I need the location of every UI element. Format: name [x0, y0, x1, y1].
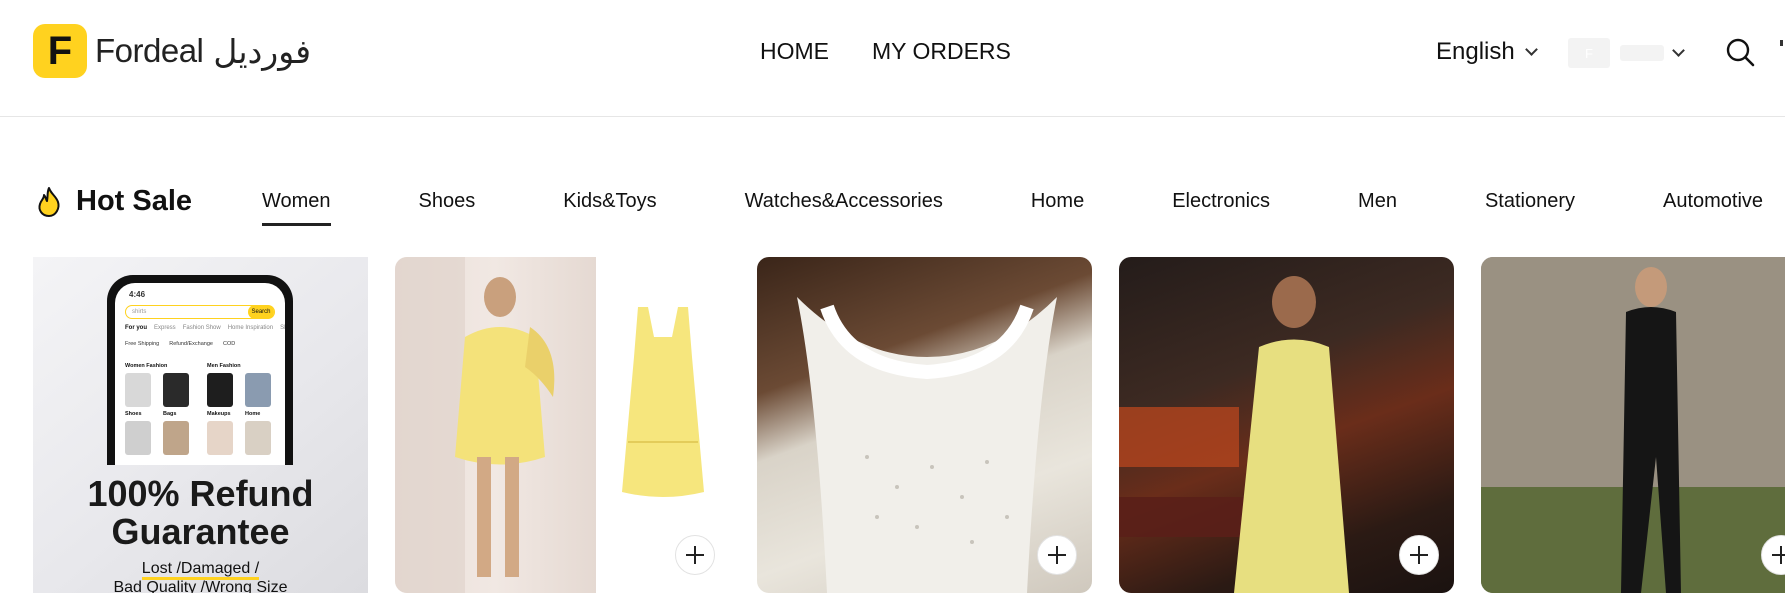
- hot-sale-heading: Hot Sale: [34, 185, 192, 218]
- phone-tab: Fashion Show: [182, 325, 221, 331]
- category-tabs: Women Shoes Kids&Toys Watches&Accessorie…: [262, 190, 1763, 226]
- product-image: [395, 257, 596, 593]
- nav-my-orders[interactable]: MY ORDERS: [872, 38, 1011, 65]
- phone-mockup: 4:46 shirts Search For you Express Fashi…: [107, 275, 293, 465]
- phone-feature: Free Shipping: [125, 341, 160, 347]
- language-selector[interactable]: English: [1436, 38, 1538, 66]
- phone-search-bar: shirts Search: [125, 305, 275, 319]
- phone-thumbnail: [245, 373, 271, 407]
- account-name-placeholder: [1620, 45, 1664, 61]
- product-card[interactable]: [757, 257, 1092, 593]
- promo-title-line: Guarantee: [111, 511, 290, 552]
- phone-thumbnail: [163, 421, 189, 455]
- fire-icon: [38, 186, 60, 217]
- main-nav: HOME MY ORDERS: [760, 38, 1011, 65]
- phone-section-label: Men Fashion: [207, 363, 241, 369]
- tab-watches-accessories[interactable]: Watches&Accessories: [745, 190, 943, 226]
- cart-icon-partial[interactable]: [1780, 40, 1783, 46]
- tab-automotive[interactable]: Automotive: [1663, 190, 1763, 226]
- phone-thumbnail: [125, 373, 151, 407]
- phone-time: 4:46: [129, 290, 146, 299]
- promo-title: 100% Refund Guarantee: [33, 475, 368, 551]
- chevron-down-icon: [1524, 43, 1538, 56]
- phone-thumbnail: [245, 421, 271, 455]
- phone-feature: COD: [222, 341, 236, 347]
- phone-section-label: Home: [245, 411, 261, 417]
- add-to-cart-button[interactable]: [1399, 535, 1439, 575]
- tab-electronics[interactable]: Electronics: [1172, 190, 1270, 226]
- language-label: English: [1436, 38, 1515, 65]
- tab-men[interactable]: Men: [1358, 190, 1397, 226]
- promo-subtitle-line: Lost /Damaged /: [141, 560, 260, 580]
- tab-shoes[interactable]: Shoes: [419, 190, 476, 226]
- product-image: [1481, 257, 1785, 593]
- phone-tabs: For you Express Fashion Show Home Inspir…: [125, 325, 285, 331]
- phone-search-placeholder: shirts: [132, 309, 147, 315]
- phone-section-label: Women Fashion: [125, 363, 168, 369]
- logo-wordmark-arabic: فورديل: [213, 32, 312, 70]
- phone-tab: Home Inspiration: [227, 325, 274, 331]
- tab-home[interactable]: Home: [1031, 190, 1084, 226]
- logo-wordmark: Fordeal: [95, 32, 204, 69]
- phone-section-label: Makeups: [207, 411, 231, 417]
- promo-subtitle-line: Bad Quality /Wrong Size: [113, 579, 288, 593]
- hot-sale-title: Hot Sale: [76, 185, 193, 217]
- phone-thumbnail: [163, 373, 189, 407]
- phone-features: Free Shipping Refund/Exchange COD: [125, 341, 235, 347]
- phone-tab: Express: [154, 325, 176, 331]
- tab-stationery[interactable]: Stationery: [1485, 190, 1575, 226]
- account-menu[interactable]: F: [1568, 38, 1685, 68]
- phone-section-label: Shoes: [125, 411, 142, 417]
- promo-title-line: 100% Refund: [87, 473, 314, 514]
- add-to-cart-button[interactable]: [675, 535, 715, 575]
- phone-thumbnail: [207, 373, 233, 407]
- phone-thumbnail: [207, 421, 233, 455]
- phone-tab: Sh: [280, 325, 285, 331]
- promo-subtitle: Lost /Damaged / Bad Quality /Wrong Size: [33, 559, 368, 593]
- add-to-cart-button[interactable]: [1037, 535, 1077, 575]
- product-card[interactable]: [395, 257, 730, 593]
- refund-guarantee-banner[interactable]: 4:46 shirts Search For you Express Fashi…: [33, 257, 368, 593]
- search-icon[interactable]: [1725, 36, 1757, 70]
- logo-mark: F: [33, 24, 87, 78]
- avatar: F: [1568, 38, 1610, 68]
- phone-screen: 4:46 shirts Search For you Express Fashi…: [115, 283, 285, 465]
- product-card[interactable]: [1481, 257, 1785, 593]
- fordeal-logo[interactable]: F Fordeal فورديل: [33, 24, 311, 78]
- phone-search-button: Search: [248, 305, 274, 319]
- phone-feature: Refund/Exchange: [169, 341, 213, 347]
- tab-women[interactable]: Women: [262, 190, 331, 226]
- phone-tab: For you: [125, 325, 147, 331]
- phone-section-label: Bags: [163, 411, 177, 417]
- product-card[interactable]: [1119, 257, 1454, 593]
- phone-thumbnail: [125, 421, 151, 455]
- site-header: F Fordeal فورديل HOME MY ORDERS English …: [0, 0, 1785, 117]
- nav-home[interactable]: HOME: [760, 38, 829, 65]
- chevron-down-icon: [1672, 44, 1685, 57]
- tab-kids-toys[interactable]: Kids&Toys: [563, 190, 656, 226]
